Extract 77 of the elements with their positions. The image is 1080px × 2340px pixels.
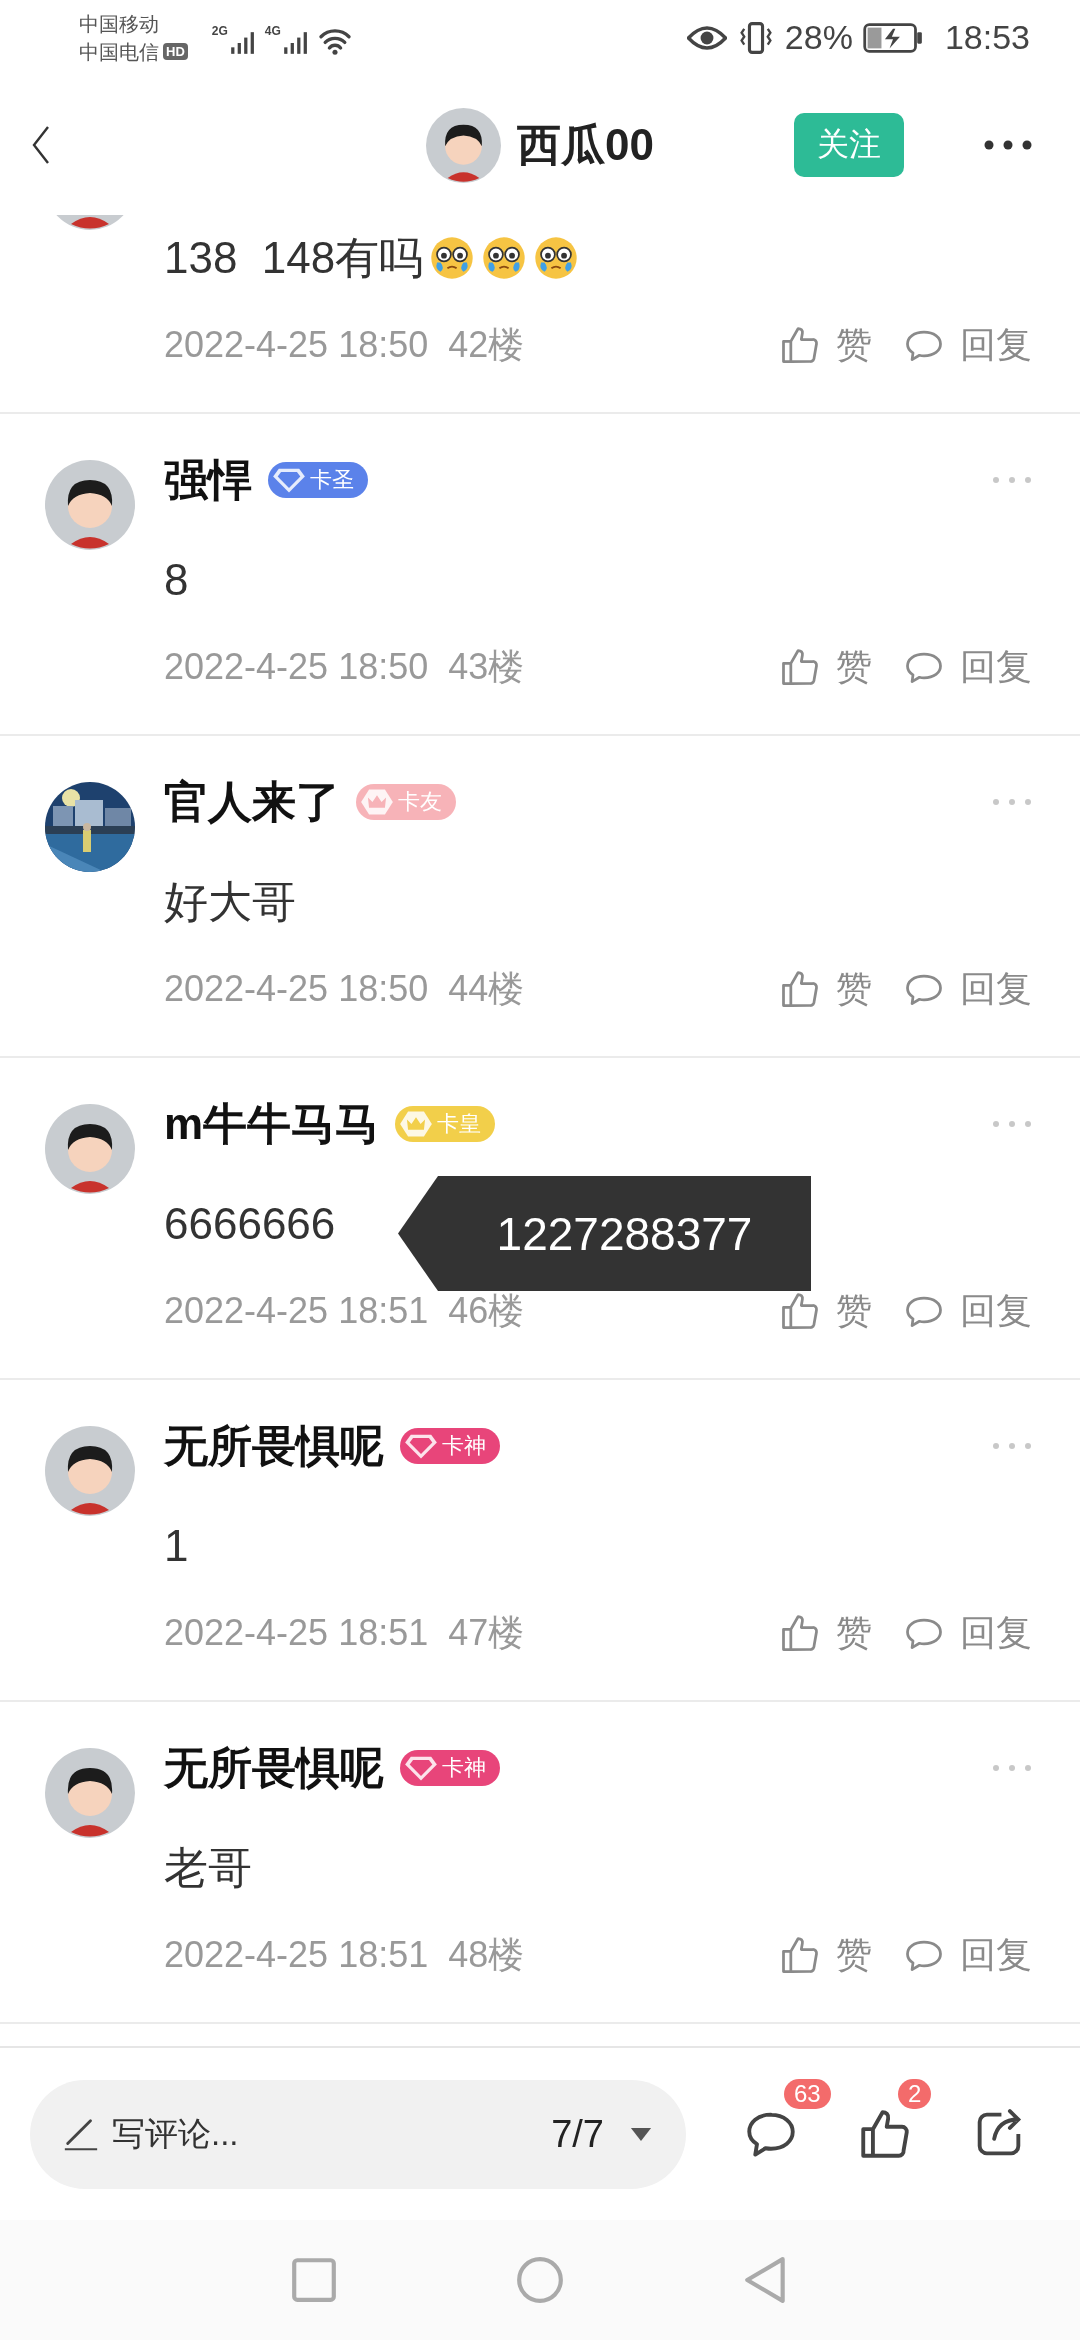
post-time: 2022-4-25 18:51: [164, 1290, 429, 1332]
recents-icon[interactable]: [289, 2255, 339, 2305]
back-icon[interactable]: [30, 125, 52, 165]
badge-label: 卡皇: [437, 1110, 482, 1138]
like-link[interactable]: 赞: [836, 1608, 872, 1658]
avatar[interactable]: [45, 1426, 135, 1516]
more-icon[interactable]: [984, 140, 1032, 150]
follow-button[interactable]: 关注: [794, 113, 904, 177]
home-icon[interactable]: [515, 2255, 565, 2305]
count-badge: 2: [898, 2079, 932, 2109]
post-time: 2022-4-25 18:50: [164, 968, 429, 1010]
like-link[interactable]: 赞: [836, 964, 872, 1014]
reply-link[interactable]: 回复: [960, 1608, 1032, 1658]
comment-text: 好大哥: [164, 875, 296, 928]
gem-icon: [272, 466, 306, 494]
badge-label: 卡友: [398, 788, 442, 816]
floor-number: 42楼: [448, 322, 525, 367]
like-link[interactable]: 赞: [836, 642, 872, 692]
avatar[interactable]: [426, 107, 501, 183]
network-type: 2G: [211, 23, 228, 38]
post-time: 2022-4-25 18:51: [164, 1612, 429, 1654]
crown-icon: [360, 788, 394, 816]
teary-face-icon: [481, 235, 528, 281]
gem-icon: [404, 1432, 438, 1460]
like-link[interactable]: 赞: [836, 1930, 872, 1980]
reply-link[interactable]: 回复: [960, 964, 1032, 1014]
comment-text: 6666666: [164, 1199, 336, 1249]
floor-number: 48楼: [448, 1932, 525, 1977]
page-indicator[interactable]: 7/7: [551, 2112, 604, 2156]
comment-field[interactable]: 写评论... 7/7: [30, 2079, 686, 2189]
commenter-name[interactable]: 官人来了: [164, 772, 340, 832]
floor-number: 47楼: [448, 1610, 525, 1655]
carrier-name: 中国电信: [79, 39, 159, 65]
count-badge: 63: [784, 2079, 831, 2109]
avatar[interactable]: [45, 1748, 135, 1838]
commenter-name[interactable]: 无所畏惧呢: [164, 1416, 384, 1476]
wifi-icon: [317, 26, 352, 55]
comment-text: 1: [164, 1521, 189, 1571]
post-time: 2022-4-25 18:51: [164, 1934, 429, 1976]
badge-label: 卡神: [442, 1754, 486, 1782]
signal-icon: [228, 29, 255, 56]
tooltip: 1227288377: [398, 1176, 811, 1291]
eye-icon: [686, 24, 727, 51]
hd-badge: HD: [163, 43, 188, 60]
gem-icon: [404, 1754, 438, 1782]
teary-face-icon: [429, 235, 476, 281]
reply-link[interactable]: 回复: [960, 1930, 1032, 1980]
post-time: 2022-4-25 18:50: [164, 324, 429, 366]
commenter-name[interactable]: 强悍: [164, 450, 252, 510]
comment-text: 8: [164, 555, 189, 605]
avatar[interactable]: [45, 1104, 135, 1194]
commenter-name[interactable]: m牛牛马马: [164, 1094, 380, 1154]
comment-text: 138 148有吗: [164, 231, 424, 284]
user-name: 西瓜00: [517, 118, 654, 171]
caret-icon[interactable]: [630, 2126, 652, 2142]
signal-icon: [281, 29, 308, 56]
reply-link[interactable]: 回复: [960, 642, 1032, 692]
post-time: 2022-4-25 18:50: [164, 646, 429, 688]
badge-label: 卡神: [442, 1432, 486, 1460]
network-type: 4G: [264, 23, 281, 38]
carrier-name: 中国移动: [79, 11, 160, 37]
like-link[interactable]: 赞: [836, 320, 872, 370]
commenter-name[interactable]: 无所畏惧呢: [164, 1738, 384, 1798]
charging-battery-icon: [862, 22, 923, 53]
comment-text: 老哥: [164, 1841, 252, 1894]
reply-link[interactable]: 回复: [960, 320, 1032, 370]
crown-icon: [399, 1110, 434, 1138]
floor-number: 46楼: [448, 1288, 525, 1333]
floor-number: 43楼: [448, 644, 525, 689]
floor-number: 44楼: [448, 966, 525, 1011]
badge-label: 卡圣: [310, 466, 354, 494]
clock: 18:53: [944, 18, 1030, 57]
battery-percent: 28%: [784, 18, 853, 57]
reply-link[interactable]: 回复: [960, 1286, 1032, 1336]
like-link[interactable]: 赞: [836, 1286, 872, 1336]
teary-face-icon: [533, 235, 580, 281]
avatar[interactable]: [45, 460, 135, 550]
